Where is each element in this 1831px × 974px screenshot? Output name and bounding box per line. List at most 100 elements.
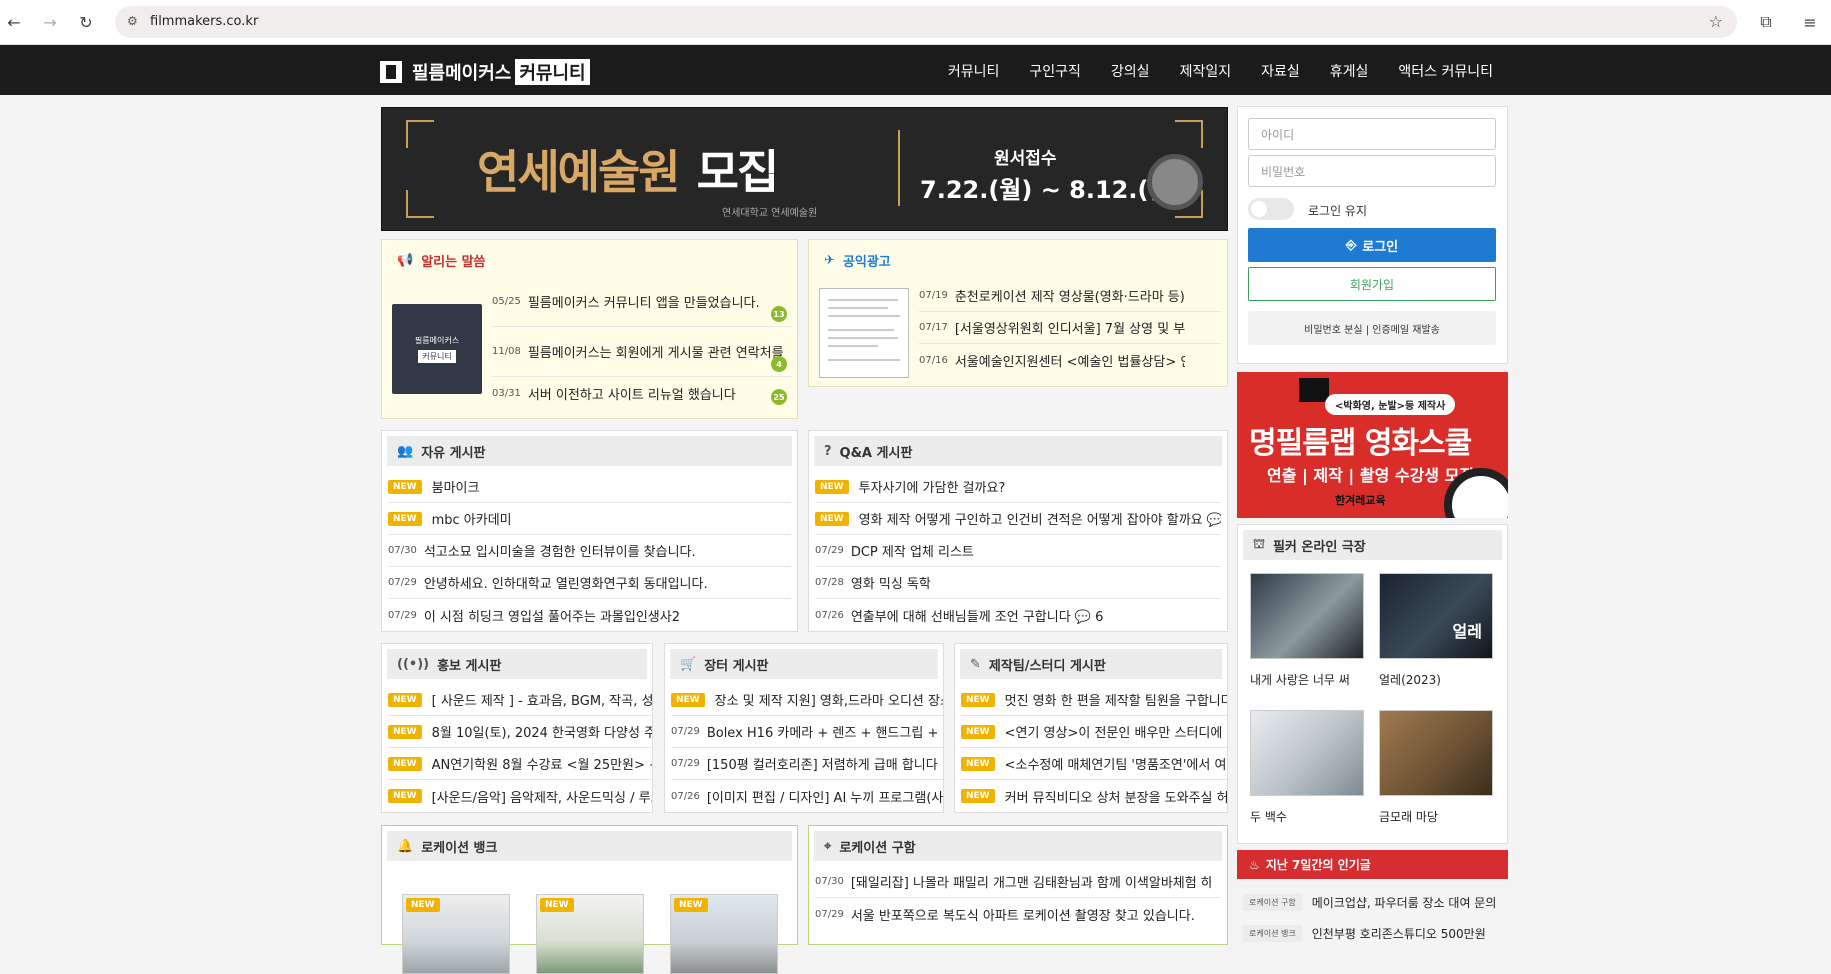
list-item[interactable]: 11/08필름메이커스는 회원에게 게시물 관련 연락처를 묻거나 요청하지 않… — [492, 327, 791, 377]
movie-title: 두 백수 — [1250, 810, 1287, 824]
list-item[interactable]: 07/19춘천로케이션 제작 영상물(영화·드라마 등) 제작 지원 — [919, 280, 1221, 312]
list-item[interactable]: NEW mbc 아카데미 — [388, 503, 791, 535]
popular-item[interactable]: 로케이션 뱅크 인천부평 호리존스튜디오 500만원 — [1237, 918, 1508, 948]
promo-board-header[interactable]: ((•)) 홍보 게시판 — [387, 649, 647, 679]
team-board-header[interactable]: ✎ 제작팀/스터디 게시판 — [960, 649, 1222, 679]
menu-icon[interactable]: ≡ — [1800, 12, 1820, 32]
list-item[interactable]: NEW8월 10일(토), 2024 한국영화 다양성 주간 개막 — [388, 716, 652, 748]
list-item[interactable]: 07/26 연출부에 대해 선배님들께 조언 구합니다 💬 6 — [815, 599, 1221, 631]
list-item[interactable]: 07/29 [150평 컬러호리존] 저렴하게 급매 합니다 — [671, 748, 943, 780]
list-item[interactable]: 07/29Bolex H16 카메라 + 렌즈 + 핸드그립 + 전용 가방 — [671, 716, 943, 748]
banner-divider — [898, 130, 900, 206]
qa-board-header[interactable]: ? Q&A 게시판 — [814, 436, 1222, 466]
list-item[interactable]: NEW장소 및 제작 지원] 영화,드라마 오디션 장소 대여 — [671, 684, 943, 716]
movie-card[interactable]: 금모래 마당 — [1379, 710, 1493, 825]
forward-icon[interactable]: → — [40, 12, 60, 32]
list-item[interactable]: NEW 멋진 영화 한 편을 제작할 팀원을 구합니다 — [961, 684, 1227, 716]
username-input[interactable]: 아이디 — [1248, 118, 1496, 150]
password-input[interactable]: 비밀번호 — [1248, 155, 1496, 187]
popular-header: ♨ 지난 7일간의 인기글 — [1237, 850, 1508, 879]
banner-sub: 연세대학교 연세예술원 — [722, 208, 818, 219]
movie-card[interactable]: 두 백수 — [1250, 710, 1364, 825]
location-bank-panel: 🔔 로케이션 뱅크 NEW NEW NEW — [381, 825, 798, 974]
nav-resources[interactable]: 자료실 — [1261, 61, 1300, 81]
nav-actors[interactable]: 액터스 커뮤니티 — [1398, 61, 1493, 81]
movie-poster — [1250, 710, 1364, 796]
cart-icon: 🛒 — [680, 656, 697, 672]
back-icon[interactable]: ← — [4, 12, 24, 32]
list-item[interactable]: 07/29 이 시점 히딩크 영입설 풀어주는 과몰입인생사2 — [388, 599, 791, 631]
list-item[interactable]: 07/30 [돼일리잡] 나몰라 패밀리 개그맨 김태환님과 함께 이색알바체험 … — [815, 866, 1221, 898]
list-item[interactable]: 07/30 석고소묘 입시미술을 경험한 인터뷰이를 찾습니다. — [388, 535, 791, 567]
list-item[interactable]: 07/16 서울예술인지원센터 <예술인 법률상담> 안내 — [919, 344, 1221, 376]
comment-count: 4 — [771, 356, 787, 372]
list-item[interactable]: NEW[ 사운드 제작 ] - 효과음, BGM, 작곡, 성우녹음 — [388, 684, 652, 716]
nav-journal[interactable]: 제작일지 — [1180, 61, 1232, 81]
online-theater-panel: ⛫ 필커 온라인 극장 내게 사랑은 너무 써 얼레 얼레(2023) 두 백수 … — [1237, 524, 1508, 844]
nav-jobs[interactable]: 구인구직 — [1029, 61, 1081, 81]
popular-item[interactable]: 로케이션 구함 메이크업샵, 파우더룸 장소 대여 문의 — [1237, 887, 1508, 917]
keep-login-toggle[interactable] — [1248, 198, 1294, 220]
address-bar[interactable]: ⚙ filmmakers.co.kr ☆ — [115, 6, 1737, 38]
side-ad-title: 명필름랩 영화스쿨 — [1249, 426, 1472, 461]
banner-corner — [406, 120, 434, 148]
market-board-header[interactable]: 🛒 장터 게시판 — [670, 649, 938, 679]
film-reel-icon — [1147, 154, 1203, 210]
join-button[interactable]: 회원가입 — [1248, 267, 1496, 301]
banner-ad[interactable]: 연세예술원 모집 원서접수 7.22.(월) ~ 8.12.(월) 연세대학교 연… — [381, 107, 1228, 231]
login-button[interactable]: ⎆ 로그인 — [1248, 228, 1496, 262]
list-item[interactable]: NEW<연기 영상>이 전문인 배우만 스터디에 모십니다 — [961, 716, 1227, 748]
list-item[interactable]: NEW 투자사기에 가담한 걸까요? — [815, 471, 1221, 503]
list-item[interactable]: 07/26[이미지 편집 / 디자인] AI 누끼 프로그램(사이트) — [671, 780, 943, 812]
list-item[interactable]: 07/29 서울 반포쪽으로 복도식 아파트 로케이션 촬영장 찾고 있습니다. — [815, 898, 1221, 930]
theater-header[interactable]: ⛫ 필커 온라인 극장 — [1243, 530, 1502, 560]
site-logo[interactable]: 필름메이커스 커뮤니티 — [380, 59, 590, 85]
site-info-icon[interactable]: ⚙ — [127, 14, 138, 28]
list-item[interactable]: 07/17[서울영상위원회 인디서울] 7월 상영 및 부대행사 — [919, 312, 1221, 344]
list-item[interactable]: NEW커버 뮤직비디오 상처 분장을 도와주실 허수아비 — [961, 780, 1227, 812]
location-wanted-header[interactable]: ⌖ 로케이션 구함 — [814, 831, 1222, 861]
app-thumbnail[interactable]: 필름메이커스 커뮤니티 — [392, 304, 482, 394]
side-ad-brand: 한겨레교육 — [1335, 494, 1386, 507]
list-item[interactable]: NEWAN연기학원 8월 수강료 <월 25만원> +무료특강 — [388, 748, 652, 780]
movie-card[interactable]: 얼레 얼레(2023) — [1379, 573, 1493, 688]
movie-card[interactable]: 내게 사랑은 너무 써 — [1250, 573, 1364, 688]
list-item[interactable]: 07/28 영화 믹싱 독학 — [815, 567, 1221, 599]
extensions-icon[interactable]: ⧉ — [1756, 12, 1776, 32]
location-card[interactable]: NEW — [402, 894, 510, 974]
list-item[interactable]: NEW 영화 제작 어떻게 구인하고 인건비 견적은 어떻게 잡아야 할까요 💬 — [815, 503, 1221, 535]
public-ad-header: ✈ 공익광고 — [824, 252, 891, 270]
location-card[interactable]: NEW — [670, 894, 778, 974]
list-item[interactable]: NEW<소수정예 매체연기팀 '명품조연'에서 여자 배우 — [961, 748, 1227, 780]
free-board-header[interactable]: 👥 자유 게시판 — [387, 436, 792, 466]
side-ad[interactable]: <박화영, 눈발>등 제작사 명필름랩 영화스쿨 연출 | 제작 | 촬영 수강… — [1237, 372, 1508, 518]
lightbulb-icon: ? — [824, 443, 832, 459]
logo-name: 필름메이커스 — [412, 63, 512, 84]
nav-lecture[interactable]: 강의실 — [1111, 61, 1150, 81]
free-board-panel: 👥 자유 게시판 NEW 붐마이크 NEW mbc 아카데미 07/30 석고소묘 입시… — [381, 430, 798, 632]
public-ad-panel: ✈공익광고 07/19춘천로케이션 제작 영상물(영화·드라마 등) 제작 지원… — [808, 239, 1228, 387]
movie-title: 얼레(2023) — [1379, 673, 1441, 687]
find-password-link[interactable]: 비밀번호 분실 | 인증메일 재발송 — [1248, 311, 1496, 345]
location-card[interactable]: NEW — [536, 894, 644, 974]
bookmark-star-icon[interactable]: ☆ — [1709, 12, 1723, 31]
nav-lounge[interactable]: 휴게실 — [1330, 61, 1369, 81]
telescope-icon: ⌖ — [824, 838, 832, 854]
document-thumbnail[interactable] — [819, 288, 909, 378]
list-item[interactable]: NEW[사운드/음악] 음악제작, 사운드믹싱 / 루프음원 — [388, 780, 652, 812]
list-item[interactable]: 07/29 DCP 제작 업체 리스트 — [815, 535, 1221, 567]
list-item[interactable]: NEW 붐마이크 — [388, 471, 791, 503]
list-item[interactable]: 05/25 필름메이커스 커뮤니티 앱을 만들었습니다. 13 — [492, 277, 791, 327]
banner-corner — [1175, 120, 1203, 148]
fire-icon: ♨ — [1249, 857, 1260, 872]
location-bank-header[interactable]: 🔔 로케이션 뱅크 — [387, 831, 792, 861]
movie-title: 금모래 마당 — [1379, 810, 1439, 824]
list-item[interactable]: 03/31 서버 이전하고 사이트 리뉴얼 했습니다 25 — [492, 377, 791, 409]
team-board-panel: ✎ 제작팀/스터디 게시판 NEW 멋진 영화 한 편을 제작할 팀원을 구합니다 … — [954, 643, 1228, 813]
users-icon: 👥 — [397, 443, 414, 459]
clapperboard-icon — [1299, 378, 1329, 402]
list-item[interactable]: 07/29 안녕하세요. 인하대학교 열린영화연구회 동대입니다. — [388, 567, 791, 599]
reload-icon[interactable]: ↻ — [76, 12, 96, 32]
nav-community[interactable]: 커뮤니티 — [948, 61, 1000, 81]
promo-board-panel: ((•)) 홍보 게시판 NEW[ 사운드 제작 ] - 효과음, BGM, 작곡… — [381, 643, 653, 813]
